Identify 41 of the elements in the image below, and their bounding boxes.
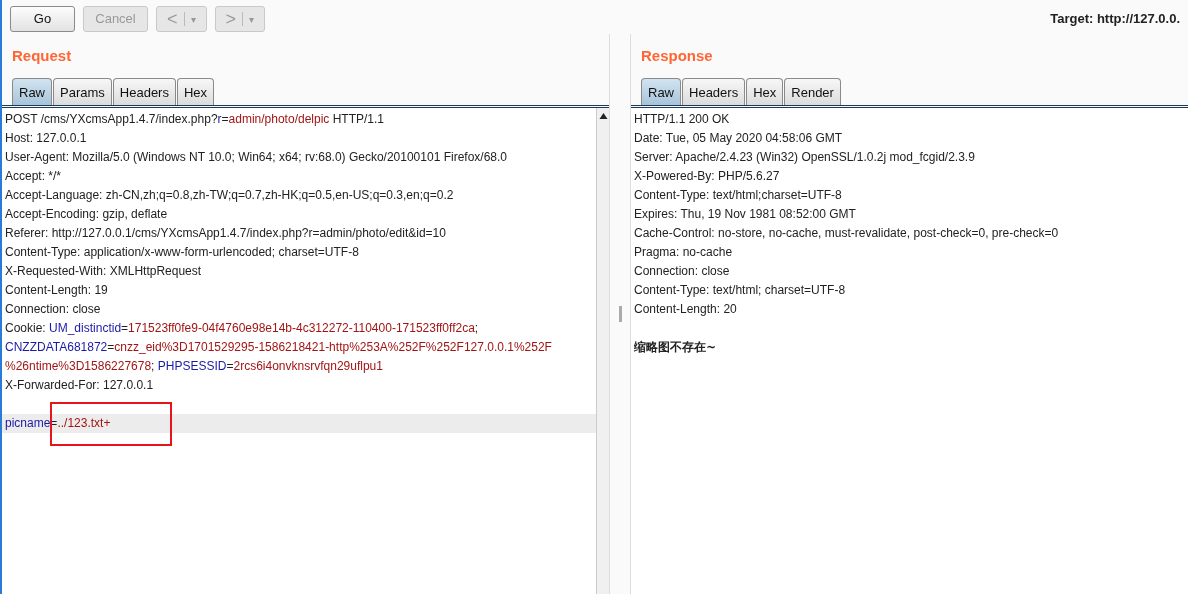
code-line: Pragma: no-cache: [633, 244, 734, 261]
tab[interactable]: Hex: [176, 77, 215, 105]
code-line: %26ntime%3D1586227678; PHPSESSID=2rcs6i4onvknsrvfqn29uflpu1: [4, 358, 384, 375]
code-line: Content-Length: 20: [633, 301, 738, 318]
code-line: Accept: */*: [4, 168, 63, 185]
code-line: X-Forwarded-For: 127.0.0.1: [4, 377, 155, 394]
code-line: HTTP/1.1 200 OK: [633, 111, 731, 128]
target-label: Target: http://127.0.0.: [1050, 10, 1180, 29]
code-line: Cache-Control: no-store, no-cache, must-revalidate, post-check=0, pre-check=0: [633, 225, 1060, 242]
code-line: Server: Apache/2.4.23 (Win32) OpenSSL/1.0.2j mod_fcgid/2.3.9: [633, 149, 976, 166]
tab[interactable]: Headers: [682, 77, 746, 105]
code-line: X-Powered-By: PHP/5.6.27: [633, 168, 781, 185]
code-line: Referer: http://127.0.0.1/cms/YXcmsApp1.4.7/index.php?r=admin/photo/edit&id=10: [4, 225, 447, 242]
response-body-text: 缩略图不存在~: [633, 339, 718, 356]
code-line: Cookie: UM_distinctid=171523ff0fe9-04f4760e98e14b-4c312272-110400-171523ff0ff2ca;: [4, 320, 480, 337]
splitter-handle[interactable]: [618, 306, 622, 322]
tab[interactable]: Hex: [746, 77, 784, 105]
panel-title: Request: [11, 46, 73, 66]
code-line: X-Requested-With: XMLHttpRequest: [4, 263, 203, 280]
code-line: Date: Tue, 05 May 2020 04:58:06 GMT: [633, 130, 844, 147]
code-line: Content-Type: text/html; charset=UTF-8: [633, 282, 847, 299]
tab[interactable]: Raw: [641, 77, 681, 105]
code-line: Expires: Thu, 19 Nov 1981 08:52:00 GMT: [633, 206, 857, 223]
go-button[interactable]: Go: [10, 6, 75, 32]
tab[interactable]: Params: [53, 77, 112, 105]
tab[interactable]: Render: [784, 77, 841, 105]
code-line: Host: 127.0.0.1: [4, 130, 88, 147]
code-line: Content-Type: text/html;charset=UTF-8: [633, 187, 843, 204]
code-line: Accept-Encoding: gzip, deflate: [4, 206, 169, 223]
tab[interactable]: Raw: [12, 77, 52, 105]
tab[interactable]: Headers: [112, 77, 176, 105]
code-line: Content-Type: application/x-www-form-urlencoded; charset=UTF-8: [4, 244, 360, 261]
code-line: Connection: close: [633, 263, 731, 280]
code-line: Connection: close: [4, 301, 102, 318]
scroll-up-icon[interactable]: [598, 112, 608, 120]
panel-title: Response: [640, 46, 714, 66]
code-line: Content-Length: 19: [4, 282, 109, 299]
code-line: POST /cms/YXcmsApp1.4.7/index.php?r=admin/photo/delpic HTTP/1.1: [4, 111, 385, 128]
code-line: User-Agent: Mozilla/5.0 (Windows NT 10.0; Win64; x64; rv:68.0) Gecko/20100101 Firefox/68.0: [4, 149, 508, 166]
code-line: CNZZDATA681872=cnzz_eid%3D1701529295-1586218421-http%253A%252F%252F127.0.0.1%252F: [4, 339, 553, 356]
code-line: Accept-Language: zh-CN,zh;q=0.8,zh-TW;q=0.7,zh-HK;q=0.5,en-US;q=0.3,en;q=0.2: [4, 187, 455, 204]
